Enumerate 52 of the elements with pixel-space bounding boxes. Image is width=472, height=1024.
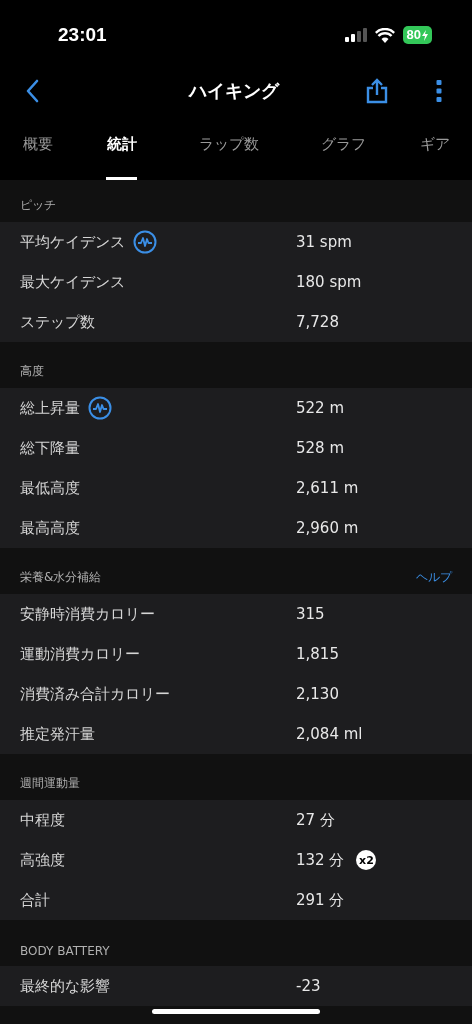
stat-label: 最高高度 bbox=[20, 518, 80, 538]
stat-label: 最低高度 bbox=[20, 478, 80, 498]
wifi-icon bbox=[374, 27, 395, 43]
section-header: BODY BATTERY bbox=[20, 944, 110, 958]
stat-label: 合計 bbox=[20, 890, 50, 910]
tab[interactable]: ラップ数 bbox=[199, 112, 259, 180]
section-header: 週間運動量 bbox=[20, 775, 80, 792]
tab[interactable]: グラフ bbox=[321, 112, 366, 180]
screen-title: ハイキング bbox=[188, 79, 279, 103]
stat-value: 522 m bbox=[296, 399, 344, 417]
charging-icon bbox=[422, 29, 428, 41]
section-header: 高度 bbox=[20, 363, 44, 380]
stat-value: 180 spm bbox=[296, 273, 362, 291]
section-header: ピッチ bbox=[20, 197, 56, 214]
stat-label: 安静時消費カロリー bbox=[20, 604, 155, 624]
help-link[interactable]: ヘルプ bbox=[416, 569, 452, 586]
status-time: 23:01 bbox=[58, 24, 107, 46]
stat-value: 315 bbox=[296, 605, 325, 623]
heart-rate-icon[interactable] bbox=[88, 396, 112, 420]
stat-value: 1,815 bbox=[296, 645, 339, 663]
multiplier-badge: x2 bbox=[356, 850, 377, 870]
stat-value: 132 分 bbox=[296, 850, 345, 870]
share-icon[interactable] bbox=[366, 78, 388, 104]
stat-value: 27 分 bbox=[296, 810, 335, 830]
stat-value: -23 bbox=[296, 977, 321, 995]
battery-indicator: 80 bbox=[402, 26, 432, 44]
stat-value: 291 分 bbox=[296, 890, 345, 910]
stat-value: 7,728 bbox=[296, 313, 339, 331]
stat-label: 推定発汗量 bbox=[20, 724, 95, 744]
stat-label: 運動消費カロリー bbox=[20, 644, 140, 664]
signal-icon bbox=[344, 28, 367, 42]
stat-label: 総下降量 bbox=[20, 438, 80, 458]
stat-label: 最終的な影響 bbox=[20, 976, 110, 996]
stat-label: ステップ数 bbox=[20, 312, 95, 332]
stat-value: 528 m bbox=[296, 439, 344, 457]
stat-value: 2,084 ml bbox=[296, 725, 363, 743]
stat-label: 最大ケイデンス bbox=[20, 272, 125, 292]
stat-label: 平均ケイデンス bbox=[20, 232, 125, 252]
heart-rate-icon[interactable] bbox=[133, 230, 157, 254]
section-header: 栄養&水分補給 bbox=[20, 569, 102, 586]
tab[interactable]: ギア bbox=[419, 112, 450, 180]
stat-label: 中程度 bbox=[20, 810, 65, 830]
stat-value: 2,611 m bbox=[296, 479, 359, 497]
more-icon[interactable] bbox=[436, 79, 442, 103]
stat-label: 総上昇量 bbox=[20, 398, 80, 418]
back-icon[interactable] bbox=[25, 79, 39, 103]
tab[interactable]: 概要 bbox=[22, 112, 53, 180]
stat-label: 消費済み合計カロリー bbox=[20, 684, 170, 704]
stat-value: 2,130 bbox=[296, 685, 339, 703]
stat-value: 31 spm bbox=[296, 233, 352, 251]
stat-label: 高強度 bbox=[20, 850, 65, 870]
stat-value: 2,960 m bbox=[296, 519, 359, 537]
